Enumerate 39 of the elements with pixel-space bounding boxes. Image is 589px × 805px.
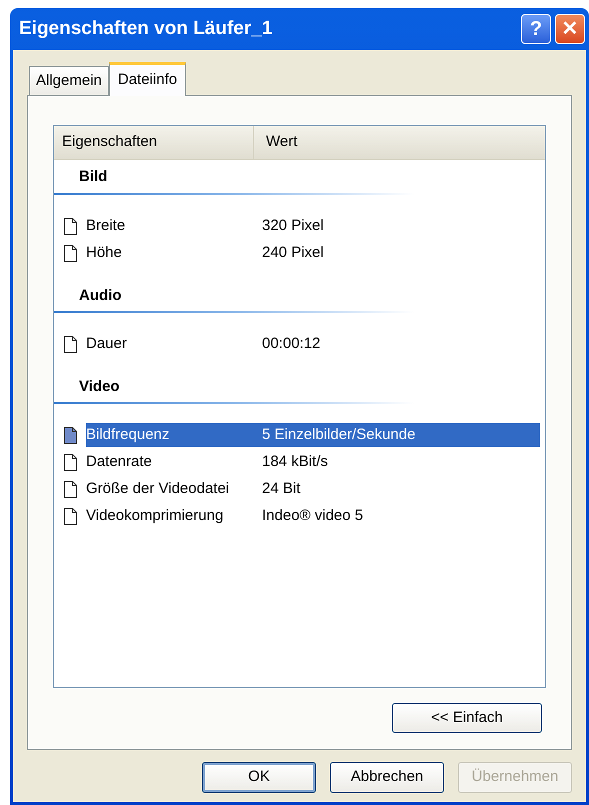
list-row[interactable]: Größe der Videodatei 24 Bit <box>86 477 540 501</box>
property-value: 320 Pixel <box>262 216 324 236</box>
simple-view-button[interactable]: << Einfach <box>392 703 542 733</box>
property-name: Datenrate <box>86 452 153 472</box>
list-row[interactable]: Breite 320 Pixel <box>86 214 540 238</box>
property-name: Videokomprimierung <box>86 506 224 526</box>
document-icon <box>64 218 77 234</box>
document-icon <box>64 480 77 498</box>
list-row[interactable]: Datenrate 184 kBit/s <box>86 450 540 474</box>
property-value: 184 kBit/s <box>262 452 328 472</box>
property-value: 240 Pixel <box>262 242 324 263</box>
property-value: 00:00:12 <box>262 334 320 354</box>
dialog-button[interactable]: Abbrechen <box>330 762 444 793</box>
column-header[interactable]: Eigenschaften <box>54 126 254 159</box>
property-name: Breite <box>86 216 126 236</box>
group-header: Audio <box>78 286 122 306</box>
list-row[interactable]: Videokomprimierung Indeo® video 5 <box>86 504 540 528</box>
document-icon <box>64 454 77 470</box>
group-header: Video <box>78 376 120 396</box>
list-row[interactable]: Höhe 240 Pixel <box>86 241 540 265</box>
dialog-button[interactable]: OK <box>202 762 316 793</box>
list-row[interactable]: Dauer 00:00:12 <box>86 332 540 356</box>
document-icon <box>64 336 77 352</box>
group-header: Bild <box>78 167 108 187</box>
property-value: 5 Einzelbilder/Sekunde <box>262 424 416 445</box>
property-name: Dauer <box>86 334 128 354</box>
column-header[interactable]: Wert <box>254 126 394 159</box>
document-icon <box>64 508 77 524</box>
tab[interactable]: Dateiinfo <box>108 62 186 96</box>
property-value: 24 Bit <box>262 478 300 499</box>
document-icon <box>64 426 77 444</box>
property-name: Bildfrequenz <box>86 424 170 445</box>
list-row[interactable]: Bildfrequenz 5 Einzelbilder/Sekunde <box>86 423 540 447</box>
property-name: Höhe <box>86 242 123 263</box>
property-name: Größe der Videodatei <box>86 478 230 499</box>
tab[interactable]: Allgemein <box>29 66 109 95</box>
window-title: Eigenschaften von Läufer_1 <box>19 16 274 41</box>
document-icon <box>64 244 77 262</box>
property-value: Indeo® video 5 <box>262 506 364 526</box>
